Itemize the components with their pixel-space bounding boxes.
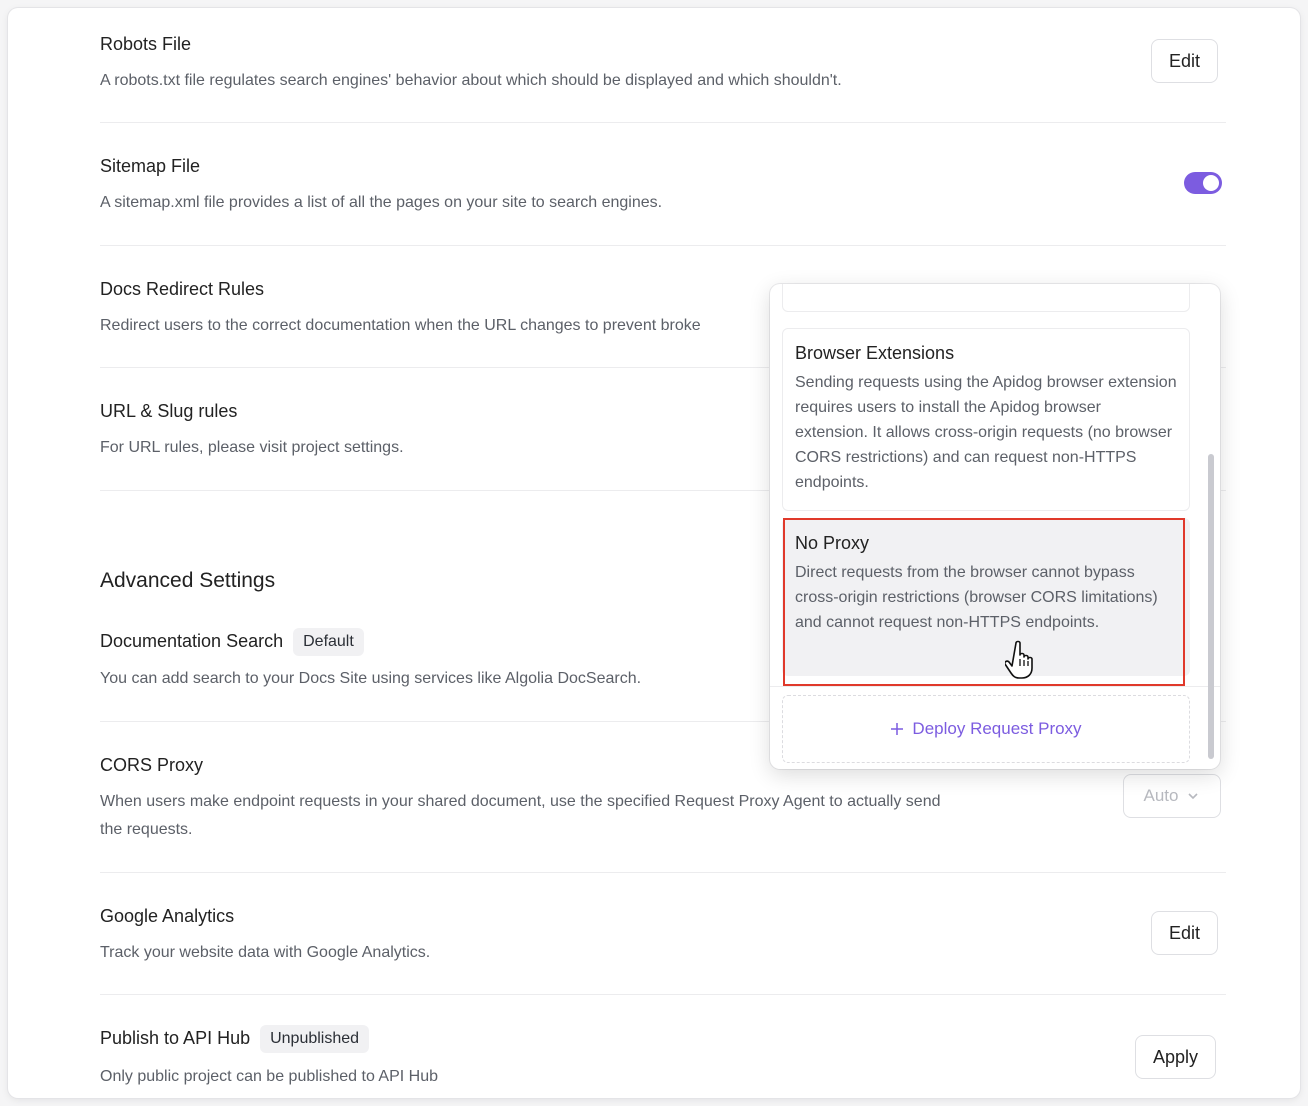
- url-slug-description: For URL rules, please visit project sett…: [100, 439, 404, 456]
- plus-icon: [891, 723, 904, 735]
- dropdown-option-no-proxy[interactable]: No Proxy Direct requests from the browse…: [782, 518, 1190, 676]
- url-slug-title: URL & Slug rules: [100, 401, 238, 421]
- dropdown-option-hidden[interactable]: [782, 284, 1190, 312]
- doc-search-row: Documentation Search Default: [100, 628, 364, 656]
- dropdown-divider: [770, 686, 1220, 687]
- dropdown-option-browser-extensions[interactable]: Browser Extensions Sending requests usin…: [782, 328, 1190, 511]
- sitemap-toggle[interactable]: [1184, 172, 1222, 194]
- doc-search-description: You can add search to your Docs Site usi…: [100, 670, 642, 687]
- option-description: Direct requests from the browser cannot …: [795, 564, 1158, 631]
- analytics-edit-button[interactable]: Edit: [1151, 911, 1219, 955]
- cors-proxy-dropdown: Browser Extensions Sending requests usin…: [770, 284, 1220, 769]
- divider: [100, 122, 1226, 123]
- cors-proxy-description-line1: When users make endpoint requests in you…: [100, 793, 941, 810]
- deploy-request-proxy-button[interactable]: Deploy Request Proxy: [782, 695, 1190, 763]
- sitemap-file-description: A sitemap.xml file provides a list of al…: [100, 194, 663, 211]
- chevron-down-icon: [1188, 793, 1199, 800]
- doc-search-title: Documentation Search: [100, 630, 284, 651]
- toggle-knob: [1203, 175, 1219, 191]
- sitemap-file-title: Sitemap File: [100, 156, 201, 176]
- cors-proxy-title: CORS Proxy: [100, 755, 204, 775]
- api-hub-row: Publish to API Hub Unpublished: [100, 1025, 370, 1053]
- docs-redirect-description: Redirect users to the correct documentat…: [100, 317, 701, 334]
- robots-edit-button[interactable]: Edit: [1151, 39, 1219, 83]
- robots-file-title: Robots File: [100, 34, 192, 54]
- google-analytics-description: Track your website data with Google Anal…: [100, 944, 431, 961]
- docs-redirect-title: Docs Redirect Rules: [100, 279, 265, 299]
- option-description: Sending requests using the Apidog browse…: [795, 374, 1177, 491]
- api-hub-description: Only public project can be published to …: [100, 1068, 438, 1085]
- api-hub-apply-button[interactable]: Apply: [1135, 1035, 1217, 1079]
- dropdown-scrollbar[interactable]: [1208, 454, 1214, 759]
- cors-proxy-select[interactable]: Auto: [1123, 774, 1221, 818]
- option-title: No Proxy: [795, 533, 870, 553]
- divider: [100, 872, 1226, 873]
- divider: [100, 994, 1226, 995]
- cors-proxy-select-value: Auto: [1143, 786, 1179, 805]
- google-analytics-title: Google Analytics: [100, 906, 235, 926]
- advanced-settings-heading: Advanced Settings: [100, 569, 276, 592]
- api-hub-title: Publish to API Hub: [100, 1027, 251, 1048]
- robots-file-description: A robots.txt file regulates search engin…: [100, 72, 842, 89]
- hand-pointer-icon: [1005, 640, 1033, 679]
- deploy-request-proxy-label: Deploy Request Proxy: [912, 719, 1082, 738]
- option-title: Browser Extensions: [795, 343, 955, 363]
- settings-window: Robots File A robots.txt file regulates …: [8, 8, 1300, 1098]
- divider: [100, 245, 1226, 246]
- api-hub-badge: Unpublished: [260, 1025, 370, 1053]
- cors-proxy-description-line2: the requests.: [100, 821, 193, 838]
- doc-search-badge: Default: [293, 628, 364, 656]
